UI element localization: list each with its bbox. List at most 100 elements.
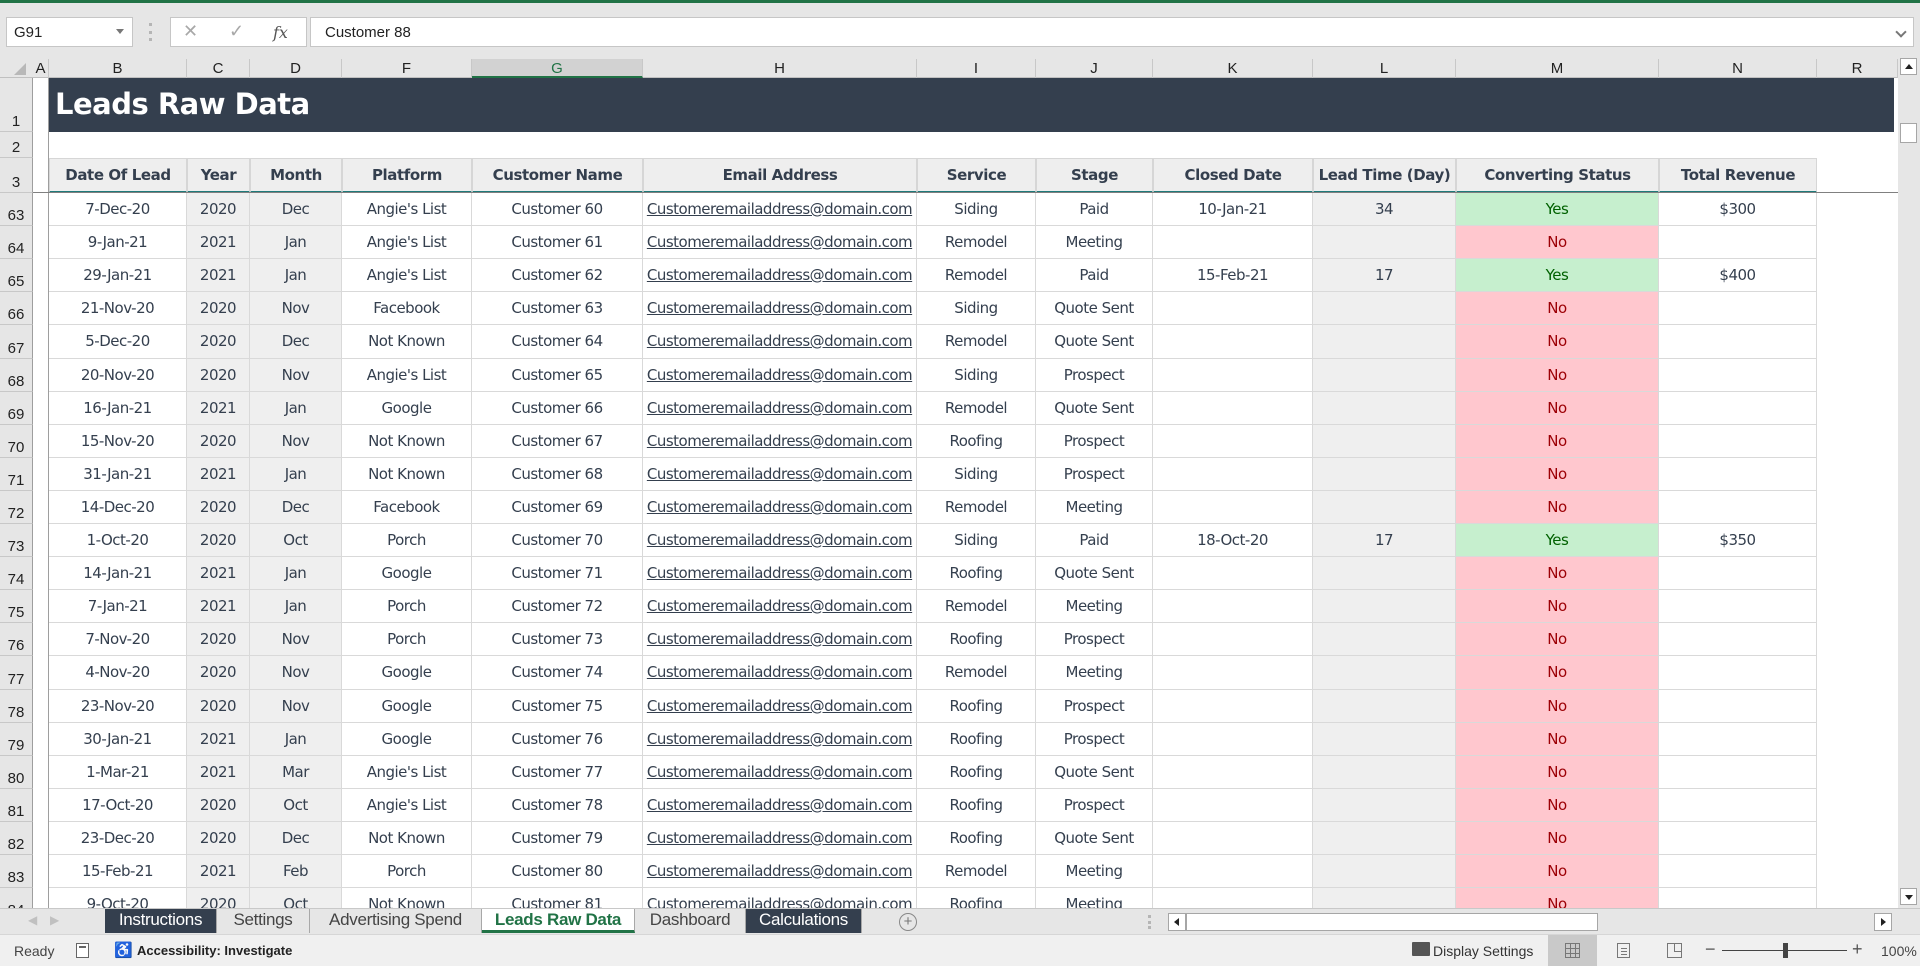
- total-revenue-cell[interactable]: [1659, 325, 1817, 359]
- service-cell[interactable]: Remodel: [917, 226, 1036, 259]
- stage-cell[interactable]: Paid: [1036, 524, 1153, 557]
- platform-cell[interactable]: Angie's List: [342, 359, 472, 392]
- year-cell[interactable]: 2021: [187, 458, 250, 491]
- platform-cell[interactable]: Angie's List: [342, 789, 472, 822]
- scroll-up-icon[interactable]: [1900, 58, 1917, 75]
- add-sheet-button[interactable]: +: [899, 913, 917, 931]
- row-header[interactable]: 84: [0, 888, 33, 908]
- total-revenue-cell[interactable]: [1659, 756, 1817, 789]
- service-cell[interactable]: Roofing: [917, 557, 1036, 590]
- closed-date-cell[interactable]: [1153, 822, 1313, 855]
- service-cell[interactable]: Roofing: [917, 723, 1036, 756]
- customer-name-cell[interactable]: Customer 67: [472, 425, 643, 458]
- converting-status-cell[interactable]: No: [1456, 359, 1659, 392]
- drag-handle-icon[interactable]: [149, 23, 152, 41]
- date-cell[interactable]: 14-Dec-20: [49, 491, 187, 524]
- row-header[interactable]: 72: [0, 491, 33, 524]
- year-cell[interactable]: 2020: [187, 425, 250, 458]
- row-header[interactable]: 70: [0, 425, 33, 458]
- customer-name-cell[interactable]: Customer 78: [472, 789, 643, 822]
- lead-time-cell[interactable]: 34: [1313, 193, 1456, 226]
- lead-time-cell[interactable]: 17: [1313, 259, 1456, 292]
- column-title-converting-status[interactable]: Converting Status: [1456, 158, 1659, 193]
- stage-cell[interactable]: Paid: [1036, 193, 1153, 226]
- year-cell[interactable]: 2020: [187, 623, 250, 656]
- customer-name-cell[interactable]: Customer 64: [472, 325, 643, 359]
- month-cell[interactable]: Nov: [250, 292, 342, 325]
- customer-name-cell[interactable]: Customer 70: [472, 524, 643, 557]
- row-header[interactable]: 66: [0, 292, 33, 325]
- month-cell[interactable]: Dec: [250, 193, 342, 226]
- lead-time-cell[interactable]: [1313, 557, 1456, 590]
- column-header-m[interactable]: M: [1456, 59, 1659, 78]
- closed-date-cell[interactable]: [1153, 491, 1313, 524]
- closed-date-cell[interactable]: 18-Oct-20: [1153, 524, 1313, 557]
- platform-cell[interactable]: Google: [342, 656, 472, 690]
- service-cell[interactable]: Remodel: [917, 855, 1036, 888]
- customer-name-cell[interactable]: Customer 65: [472, 359, 643, 392]
- column-header-b[interactable]: B: [49, 59, 187, 78]
- customer-name-cell[interactable]: Customer 81: [472, 888, 643, 908]
- row-header[interactable]: 75: [0, 590, 33, 623]
- column-title-total-revenue[interactable]: Total Revenue: [1659, 158, 1817, 193]
- formula-input[interactable]: Customer 88: [310, 17, 1914, 47]
- stage-cell[interactable]: Prospect: [1036, 359, 1153, 392]
- platform-cell[interactable]: Porch: [342, 855, 472, 888]
- converting-status-cell[interactable]: No: [1456, 458, 1659, 491]
- month-cell[interactable]: Dec: [250, 822, 342, 855]
- closed-date-cell[interactable]: [1153, 425, 1313, 458]
- email-cell[interactable]: Customeremailaddress@domain.com: [643, 789, 917, 822]
- platform-cell[interactable]: Porch: [342, 590, 472, 623]
- date-cell[interactable]: 1-Mar-21: [49, 756, 187, 789]
- year-cell[interactable]: 2020: [187, 690, 250, 723]
- total-revenue-cell[interactable]: [1659, 392, 1817, 425]
- row-header[interactable]: 73: [0, 524, 33, 557]
- date-cell[interactable]: 9-Jan-21: [49, 226, 187, 259]
- converting-status-cell[interactable]: No: [1456, 855, 1659, 888]
- month-cell[interactable]: Oct: [250, 888, 342, 908]
- email-cell[interactable]: Customeremailaddress@domain.com: [643, 491, 917, 524]
- converting-status-cell[interactable]: No: [1456, 392, 1659, 425]
- accessibility-icon[interactable]: ♿: [114, 941, 133, 959]
- stage-cell[interactable]: Quote Sent: [1036, 325, 1153, 359]
- zoom-slider-thumb[interactable]: [1782, 943, 1788, 958]
- row-header[interactable]: 80: [0, 756, 33, 789]
- closed-date-cell[interactable]: 10-Jan-21: [1153, 193, 1313, 226]
- year-cell[interactable]: 2021: [187, 557, 250, 590]
- platform-cell[interactable]: Google: [342, 557, 472, 590]
- converting-status-cell[interactable]: No: [1456, 226, 1659, 259]
- date-cell[interactable]: 23-Nov-20: [49, 690, 187, 723]
- stage-cell[interactable]: Quote Sent: [1036, 822, 1153, 855]
- closed-date-cell[interactable]: [1153, 690, 1313, 723]
- converting-status-cell[interactable]: No: [1456, 822, 1659, 855]
- stage-cell[interactable]: Quote Sent: [1036, 756, 1153, 789]
- stage-cell[interactable]: Meeting: [1036, 590, 1153, 623]
- zoom-out-button[interactable]: −: [1705, 939, 1716, 960]
- select-all-icon[interactable]: [14, 63, 26, 75]
- tab-split-handle-icon[interactable]: [1148, 915, 1151, 929]
- total-revenue-cell[interactable]: [1659, 425, 1817, 458]
- converting-status-cell[interactable]: Yes: [1456, 193, 1659, 226]
- display-settings-icon[interactable]: [1412, 942, 1430, 956]
- month-cell[interactable]: Jan: [250, 392, 342, 425]
- converting-status-cell[interactable]: Yes: [1456, 524, 1659, 557]
- year-cell[interactable]: 2021: [187, 259, 250, 292]
- stage-cell[interactable]: Prospect: [1036, 789, 1153, 822]
- closed-date-cell[interactable]: [1153, 392, 1313, 425]
- date-cell[interactable]: 16-Jan-21: [49, 392, 187, 425]
- email-cell[interactable]: Customeremailaddress@domain.com: [643, 855, 917, 888]
- row-header[interactable]: 63: [0, 193, 33, 226]
- date-cell[interactable]: 29-Jan-21: [49, 259, 187, 292]
- date-cell[interactable]: 7-Jan-21: [49, 590, 187, 623]
- lead-time-cell[interactable]: [1313, 491, 1456, 524]
- closed-date-cell[interactable]: [1153, 590, 1313, 623]
- date-cell[interactable]: 7-Nov-20: [49, 623, 187, 656]
- email-cell[interactable]: Customeremailaddress@domain.com: [643, 292, 917, 325]
- month-cell[interactable]: Nov: [250, 656, 342, 690]
- column-title-platform[interactable]: Platform: [342, 158, 472, 193]
- lead-time-cell[interactable]: [1313, 623, 1456, 656]
- email-cell[interactable]: Customeremailaddress@domain.com: [643, 690, 917, 723]
- service-cell[interactable]: Remodel: [917, 259, 1036, 292]
- month-cell[interactable]: Jan: [250, 557, 342, 590]
- year-cell[interactable]: 2020: [187, 359, 250, 392]
